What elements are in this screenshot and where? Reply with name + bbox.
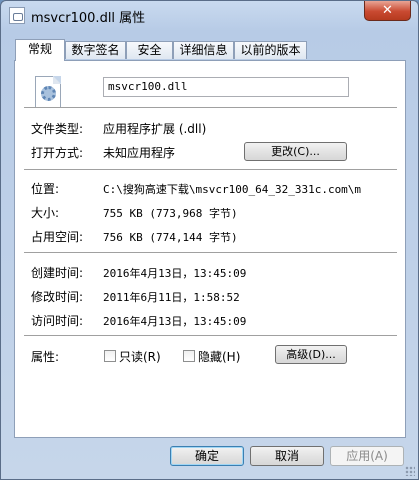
readonly-checkbox[interactable] [104,350,116,362]
size-on-disk-label: 占用空间: [31,230,84,244]
tab-security[interactable]: 安全 [126,41,173,59]
title-bar[interactable]: msvcr100.dll 属性 ✕ [1,1,418,31]
tab-general[interactable]: 常规 [15,39,65,61]
modified-label: 修改时间: [31,290,84,304]
readonly-label[interactable]: 只读(R) [119,348,161,365]
size-value: 755 KB (773,968 字节) [103,207,238,220]
opens-with-label: 打开方式: [31,146,84,160]
advanced-button[interactable]: 高级(D)... [275,345,347,364]
file-icon [9,7,25,24]
resize-grip[interactable] [405,466,415,476]
hidden-label[interactable]: 隐藏(H) [198,348,240,365]
tab-details[interactable]: 详细信息 [173,41,234,59]
change-button[interactable]: 更改(C)... [244,142,347,161]
separator [24,252,397,253]
apply-button[interactable]: 应用(A) [330,446,404,466]
attributes-label: 属性: [31,350,60,364]
separator [24,107,397,108]
separator [24,335,397,336]
file-name-field[interactable]: msvcr100.dll [103,77,349,97]
close-button[interactable]: ✕ [364,1,411,21]
accessed-value: 2016年4月13日，13:45:09 [103,315,247,328]
file-type-label: 文件类型: [31,122,84,136]
modified-value: 2011年6月11日，1:58:52 [103,291,240,304]
created-label: 创建时间: [31,266,84,280]
hidden-checkbox[interactable] [183,350,195,362]
location-value: C:\搜狗高速下载\msvcr100_64_32_331c.com\m [103,183,362,196]
gear-icon [41,86,56,101]
file-type-value: 应用程序扩展 (.dll) [103,122,207,136]
tab-digital-signatures[interactable]: 数字签名 [65,41,126,59]
properties-dialog: msvcr100.dll 属性 ✕ 常规 数字签名 安全 详细信息 以前的版本 … [0,0,419,480]
size-on-disk-value: 756 KB (774,144 字节) [103,231,238,244]
created-value: 2016年4月13日，13:45:09 [103,267,247,280]
window-title: msvcr100.dll 属性 [31,11,146,26]
tab-previous-versions[interactable]: 以前的版本 [234,41,307,59]
opens-with-value: 未知应用程序 [103,146,176,160]
cancel-button[interactable]: 取消 [250,446,324,466]
separator [24,169,397,170]
general-panel: msvcr100.dll 文件类型: 应用程序扩展 (.dll) 打开方式: 未… [14,60,406,438]
dll-file-icon [35,76,61,108]
ok-button[interactable]: 确定 [170,446,244,466]
accessed-label: 访问时间: [31,314,84,328]
size-label: 大小: [31,206,60,220]
location-label: 位置: [31,182,60,196]
